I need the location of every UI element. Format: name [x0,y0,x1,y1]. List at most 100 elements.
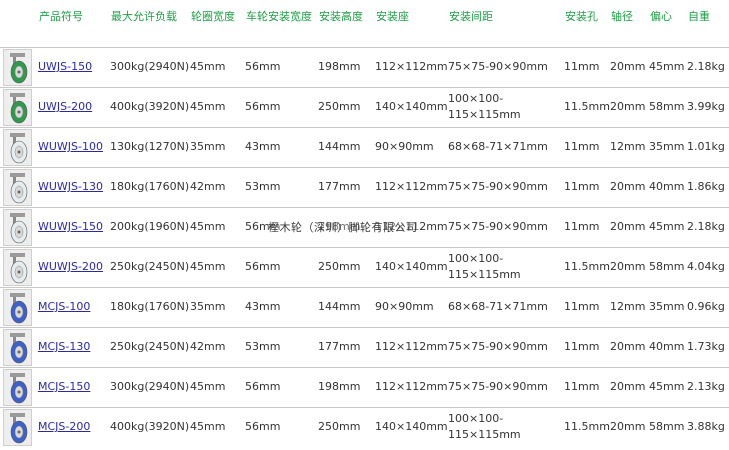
table-row: UWJS-200 400kg(3920N) 45mm 56mm 250mm 140×140… [0,86,729,127]
cell-offset: 40mm [647,166,685,207]
cell-spacing: 100×100-115×115mm [446,86,562,127]
cell-max-load: 400kg(3920N) [108,406,189,447]
cell-wheel-width: 53mm [243,326,316,367]
model-link[interactable]: UWJS-200 [38,100,92,113]
cell-weight: 1.01kg [685,126,729,167]
header-offset: 偏心 [650,10,672,23]
cell-wheel-width: 53mm [243,166,316,207]
cell-weight: 3.88kg [685,406,729,447]
white-wheel-icon[interactable] [3,128,32,166]
model-link[interactable]: UWJS-150 [38,60,92,73]
white-wheel-icon[interactable] [3,248,32,286]
cell-offset: 45mm [647,206,685,247]
watermark-text: 樫木轮（深圳）脚轮有限公司 [268,219,418,235]
cell-max-load: 400kg(3920N) [108,86,189,127]
blue-wheel-icon[interactable] [3,288,32,326]
table-row: WUWJS-100 130kg(1270N) 35mm 43mm 144mm 90×90m… [0,126,729,167]
cell-image [0,206,36,247]
cell-rim-width: 42mm [188,166,243,207]
cell-weight: 2.18kg [685,46,729,87]
model-link[interactable]: WUWJS-150 [38,220,103,233]
cell-spacing: 75×75-90×90mm [446,366,562,407]
cell-max-load: 300kg(2940N) [108,46,189,87]
blue-wheel-icon[interactable] [3,328,32,366]
cell-axle: 20mm [608,246,647,287]
model-link[interactable]: MCJS-200 [38,420,90,433]
cell-image [0,166,36,207]
cell-image [0,326,36,367]
cell-wheel-width: 56mm [243,86,316,127]
cell-axle: 20mm [608,86,647,127]
cell-plate: 90×90mm [373,286,446,327]
cell-model: MCJS-100 [36,286,108,327]
cell-wheel-width: 56mm [243,406,316,447]
cell-wheel-width: 43mm [243,126,316,167]
header-height: 安装高度 [319,10,363,23]
cell-hole: 11.5mm [562,86,610,127]
cell-max-load: 130kg(1270N) [108,126,189,167]
table-row: MCJS-130 250kg(2450N) 42mm 53mm 177mm 112×112… [0,326,729,367]
green-wheel-icon[interactable] [3,48,32,86]
model-link[interactable]: WUWJS-100 [38,140,103,153]
header-axle: 轴径 [611,10,633,23]
cell-weight: 2.13kg [685,366,729,407]
cell-weight: 2.18kg [685,206,729,247]
cell-height: 250mm [316,86,373,127]
cell-plate: 140×140mm [373,86,448,127]
cell-model: WUWJS-150 [36,206,108,247]
cell-rim-width: 45mm [188,366,243,407]
cell-rim-width: 45mm [188,206,243,247]
model-link[interactable]: MCJS-130 [38,340,90,353]
model-link[interactable]: MCJS-100 [38,300,90,313]
cell-model: UWJS-200 [36,86,108,127]
white-wheel-icon[interactable] [3,208,32,246]
cell-hole: 11mm [562,126,608,167]
cell-model: UWJS-150 [36,46,108,87]
blue-wheel-icon[interactable] [3,408,32,446]
cell-model: WUWJS-130 [36,166,108,207]
cell-offset: 58mm [647,86,685,127]
white-wheel-icon[interactable] [3,168,32,206]
green-wheel-icon[interactable] [3,88,32,126]
cell-image [0,86,36,127]
cell-rim-width: 45mm [188,406,243,447]
cell-axle: 20mm [608,46,647,87]
table-row: MCJS-100 180kg(1760N) 35mm 43mm 144mm 90×90mm… [0,286,729,327]
cell-axle: 12mm [608,286,647,327]
cell-spacing: 75×75-90×90mm [446,206,562,247]
cell-weight: 0.96kg [685,286,729,327]
cell-image [0,246,36,287]
header-hole: 安装孔 [565,10,598,23]
cell-image [0,126,36,167]
cell-spacing: 100×100-115×115mm [446,246,562,287]
cell-weight: 1.86kg [685,166,729,207]
cell-height: 144mm [316,126,373,167]
cell-rim-width: 42mm [188,326,243,367]
cell-offset: 35mm [647,286,685,327]
cell-wheel-width: 56mm [243,246,316,287]
header-spacing: 安装间距 [449,10,493,23]
blue-wheel-icon[interactable] [3,368,32,406]
cell-plate: 112×112mm [373,326,448,367]
model-link[interactable]: WUWJS-130 [38,180,103,193]
table-row: MCJS-200 400kg(3920N) 45mm 56mm 250mm 140×140… [0,406,729,447]
cell-rim-width: 35mm [188,286,243,327]
cell-offset: 58mm [647,246,685,287]
cell-hole: 11mm [562,46,608,87]
model-link[interactable]: MCJS-150 [38,380,90,393]
cell-image [0,46,36,87]
cell-image [0,406,36,447]
cell-offset: 45mm [647,366,685,407]
model-link[interactable]: WUWJS-200 [38,260,103,273]
cell-model: MCJS-150 [36,366,108,407]
cell-model: MCJS-200 [36,406,108,447]
cell-axle: 12mm [608,126,647,167]
header-model: 产品符号 [39,10,83,23]
cell-spacing: 68×68-71×71mm [446,286,562,327]
cell-offset: 35mm [647,126,685,167]
cell-offset: 58mm [647,406,685,447]
cell-max-load: 180kg(1760N) [108,166,189,207]
cell-weight: 1.73kg [685,326,729,367]
cell-offset: 45mm [647,46,685,87]
cell-plate: 140×140mm [373,246,448,287]
